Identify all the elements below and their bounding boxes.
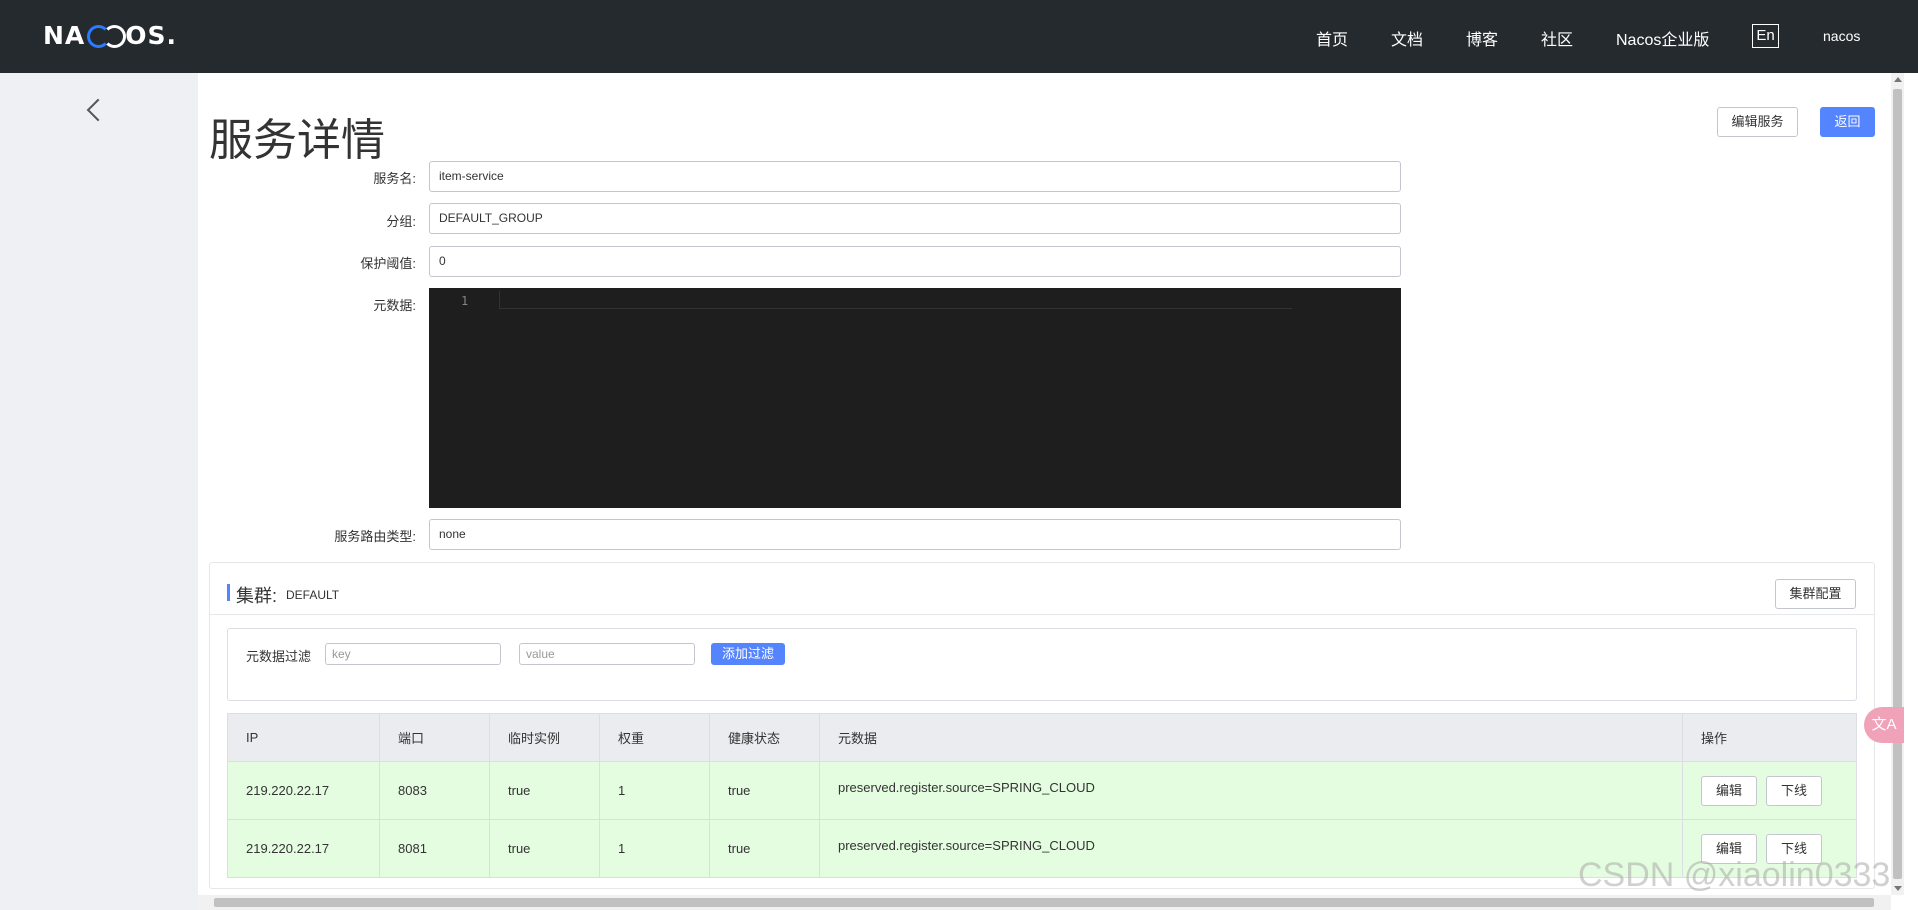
filter-value-input[interactable]: value bbox=[519, 643, 695, 665]
nav-enterprise[interactable]: Nacos企业版 bbox=[1616, 26, 1709, 50]
metadata-label: 元数据: bbox=[373, 298, 416, 313]
editor-line-number: 1 bbox=[461, 294, 469, 308]
instance-table: IP 端口 临时实例 权重 健康状态 元数据 操作 219.220.22.17 … bbox=[227, 713, 1857, 878]
cell-weight: 1 bbox=[600, 820, 710, 877]
hscroll-thumb[interactable] bbox=[214, 898, 1874, 907]
cell-health: true bbox=[710, 762, 820, 819]
cluster-config-button[interactable]: 集群配置 bbox=[1775, 579, 1856, 609]
cell-port: 8081 bbox=[380, 820, 490, 877]
col-health: 健康状态 bbox=[710, 714, 820, 761]
metadata-editor[interactable]: 1 bbox=[429, 288, 1401, 508]
nav-community[interactable]: 社区 bbox=[1541, 26, 1573, 50]
service-name-label: 服务名: bbox=[373, 171, 416, 186]
cell-ephemeral: true bbox=[490, 762, 600, 819]
scroll-up-icon[interactable] bbox=[1894, 77, 1902, 82]
cluster-name: DEFAULT bbox=[286, 588, 340, 602]
route-type-label: 服务路由类型: bbox=[334, 529, 416, 544]
sidebar bbox=[0, 73, 198, 910]
cell-actions: 编辑 下线 bbox=[1683, 762, 1856, 819]
cell-metadata: preserved.register.source=SPRING_CLOUD bbox=[820, 762, 1683, 819]
route-type-field[interactable]: none bbox=[429, 519, 1401, 550]
metadata-filter-label: 元数据过滤 bbox=[246, 649, 312, 664]
threshold-label: 保护阈值: bbox=[360, 256, 416, 271]
cell-metadata: preserved.register.source=SPRING_CLOUD bbox=[820, 820, 1683, 877]
cluster-title: 集群: bbox=[236, 586, 278, 606]
cell-port: 8083 bbox=[380, 762, 490, 819]
edit-service-button[interactable]: 编辑服务 bbox=[1717, 107, 1798, 137]
cell-ip: 219.220.22.17 bbox=[228, 820, 380, 877]
group-field[interactable]: DEFAULT_GROUP bbox=[429, 203, 1401, 234]
nacos-logo[interactable]: NA OS. bbox=[43, 20, 177, 50]
page-title: 服务详情 bbox=[209, 116, 385, 165]
cluster-divider bbox=[210, 614, 1874, 615]
add-filter-button[interactable]: 添加过滤 bbox=[711, 643, 785, 665]
service-name-field[interactable]: item-service bbox=[429, 161, 1401, 192]
table-header: IP 端口 临时实例 权重 健康状态 元数据 操作 bbox=[228, 714, 1856, 761]
user-menu[interactable]: nacos bbox=[1823, 28, 1860, 44]
col-port: 端口 bbox=[380, 714, 490, 761]
col-weight: 权重 bbox=[600, 714, 710, 761]
filter-key-input[interactable]: key bbox=[325, 643, 501, 665]
nav-blog[interactable]: 博客 bbox=[1466, 26, 1498, 50]
scroll-down-icon[interactable] bbox=[1894, 886, 1902, 891]
col-metadata: 元数据 bbox=[820, 714, 1683, 761]
back-button[interactable]: 返回 bbox=[1820, 107, 1875, 137]
editor-current-line bbox=[499, 291, 1292, 309]
scroll-thumb[interactable] bbox=[1893, 89, 1902, 879]
vertical-scrollbar[interactable] bbox=[1891, 73, 1904, 895]
cell-ephemeral: true bbox=[490, 820, 600, 877]
offline-instance-button[interactable]: 下线 bbox=[1766, 775, 1822, 806]
col-actions: 操作 bbox=[1701, 731, 1728, 746]
collapse-sidebar-icon[interactable] bbox=[86, 98, 110, 122]
col-ephemeral: 临时实例 bbox=[490, 714, 600, 761]
top-nav-bar: NA OS. 首页 文档 博客 社区 Nacos企业版 En nacos bbox=[0, 0, 1918, 73]
col-ip: IP bbox=[228, 714, 380, 761]
nav-home[interactable]: 首页 bbox=[1316, 26, 1348, 50]
language-switch[interactable]: En bbox=[1752, 24, 1779, 48]
cluster-accent-bar bbox=[227, 584, 230, 601]
watermark: CSDN @xiaolin0333 bbox=[1578, 856, 1891, 894]
cell-health: true bbox=[710, 820, 820, 877]
logo-mark-icon bbox=[85, 24, 127, 48]
cell-ip: 219.220.22.17 bbox=[228, 762, 380, 819]
threshold-field[interactable]: 0 bbox=[429, 246, 1401, 277]
edit-instance-button[interactable]: 编辑 bbox=[1701, 775, 1757, 806]
nav-docs[interactable]: 文档 bbox=[1391, 26, 1423, 50]
table-row: 219.220.22.17 8083 true 1 true preserved… bbox=[228, 761, 1856, 819]
translate-icon[interactable]: 文A bbox=[1864, 707, 1904, 743]
horizontal-scrollbar[interactable] bbox=[198, 895, 1891, 910]
group-label: 分组: bbox=[386, 214, 416, 229]
cell-weight: 1 bbox=[600, 762, 710, 819]
